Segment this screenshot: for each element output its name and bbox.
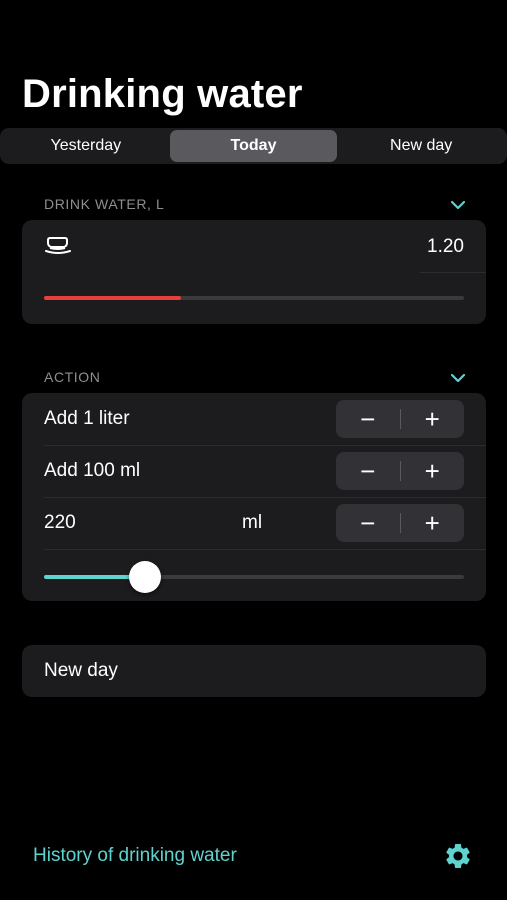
plus-button[interactable]: + bbox=[401, 400, 465, 438]
action-card: Add 1 liter − + Add 100 ml − + 220 ml − … bbox=[22, 393, 486, 601]
minus-button[interactable]: − bbox=[336, 400, 400, 438]
custom-amount-value: 220 bbox=[44, 512, 76, 533]
add-100-ml-label: Add 100 ml bbox=[44, 460, 141, 481]
water-amount-value: 1.20 bbox=[427, 236, 464, 257]
divider bbox=[420, 272, 486, 273]
amount-slider[interactable] bbox=[44, 561, 464, 593]
chevron-down-icon[interactable] bbox=[449, 196, 467, 214]
tab-yesterday[interactable]: Yesterday bbox=[2, 130, 170, 162]
minus-button[interactable]: − bbox=[336, 452, 400, 490]
water-progress-bar bbox=[44, 296, 464, 300]
action-section-label: ACTION bbox=[44, 369, 101, 385]
drink-water-section-label: DRINK WATER, L bbox=[44, 196, 165, 212]
custom-amount-row: 220 ml − + bbox=[22, 497, 486, 549]
history-link[interactable]: History of drinking water bbox=[33, 845, 237, 867]
add-1-liter-label: Add 1 liter bbox=[44, 408, 130, 429]
cup-icon bbox=[45, 237, 71, 254]
tab-today[interactable]: Today bbox=[169, 130, 338, 162]
plus-button[interactable]: + bbox=[401, 504, 465, 542]
divider bbox=[44, 549, 486, 550]
chevron-down-icon[interactable] bbox=[449, 369, 467, 387]
page-title: Drinking water bbox=[22, 72, 303, 116]
custom-amount-unit: ml bbox=[242, 512, 263, 533]
new-day-button-label: New day bbox=[44, 660, 118, 681]
add-1-liter-stepper: − + bbox=[336, 400, 464, 438]
add-100-ml-stepper: − + bbox=[336, 452, 464, 490]
add-100-ml-row: Add 100 ml − + bbox=[22, 445, 486, 497]
water-progress-fill bbox=[44, 296, 181, 300]
amount-slider-thumb[interactable] bbox=[128, 561, 161, 593]
minus-button[interactable]: − bbox=[336, 504, 400, 542]
drink-water-card: 1.20 bbox=[22, 220, 486, 324]
custom-amount-stepper: − + bbox=[336, 504, 464, 542]
new-day-button[interactable]: New day bbox=[22, 645, 486, 697]
day-segmented-control: Yesterday Today New day bbox=[0, 128, 507, 164]
plus-button[interactable]: + bbox=[401, 452, 465, 490]
gear-icon[interactable] bbox=[443, 841, 473, 871]
add-1-liter-row: Add 1 liter − + bbox=[22, 393, 486, 445]
tab-new-day[interactable]: New day bbox=[337, 130, 505, 162]
